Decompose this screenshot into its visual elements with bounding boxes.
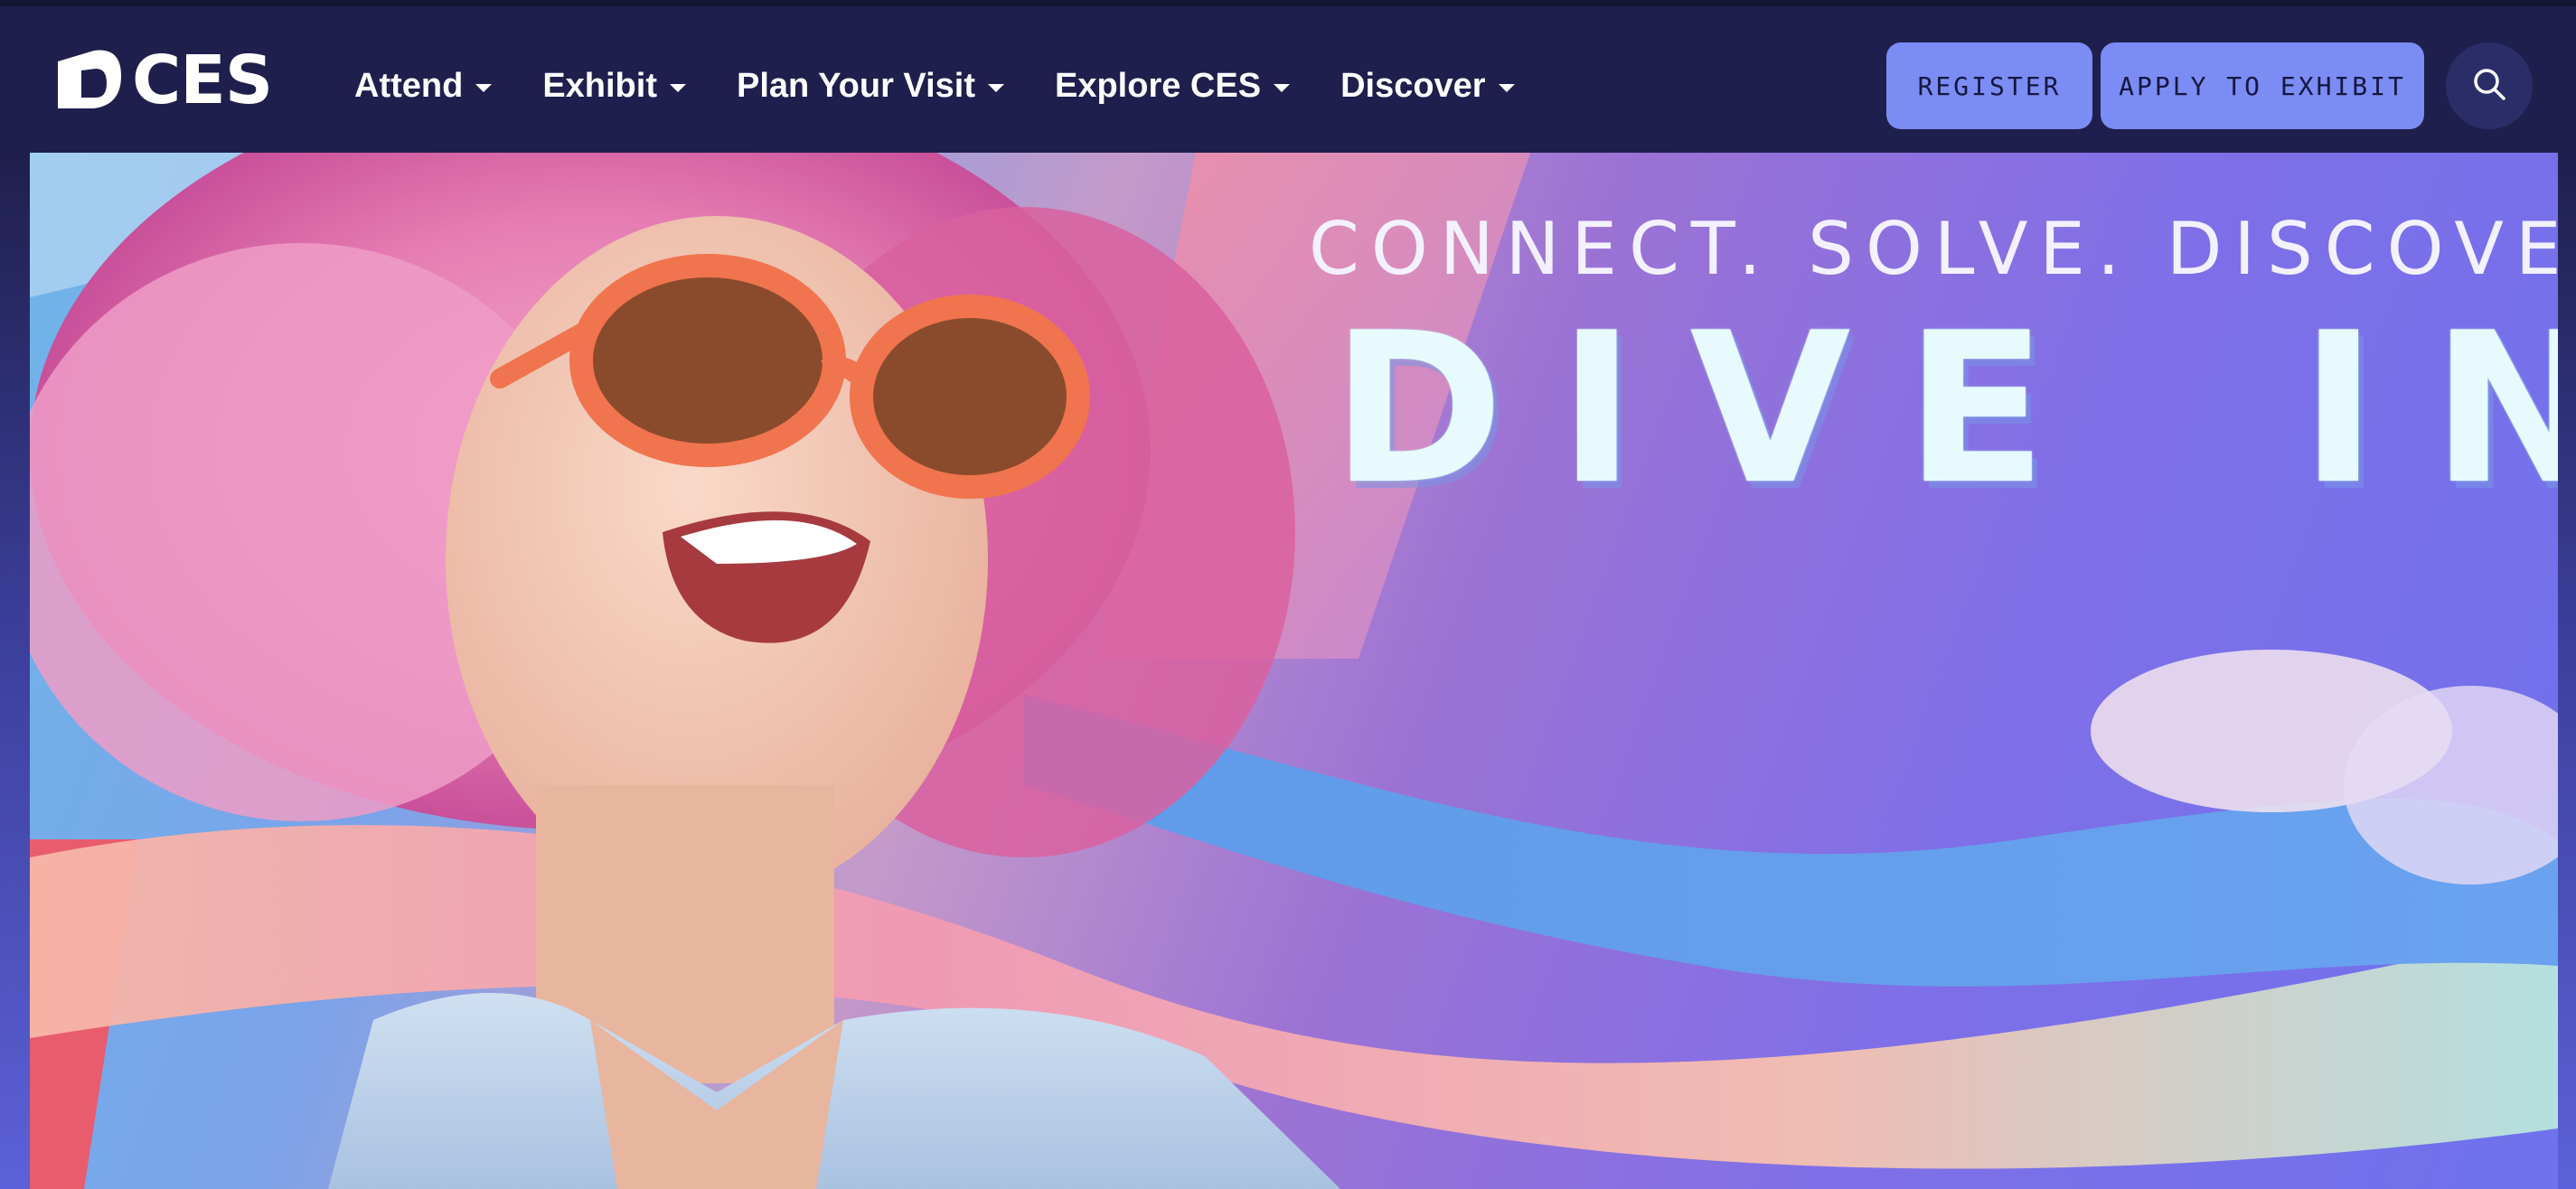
hero-headline: DIVEIN [1331, 306, 2558, 514]
nav-item-label: Discover [1340, 66, 1486, 105]
chevron-down-icon [1498, 83, 1515, 92]
main-nav: Attend Exhibit Plan Your Visit Explore C… [354, 51, 1565, 120]
ces-logo[interactable]: CES [51, 42, 273, 119]
nav-item-label: Exhibit [542, 66, 657, 105]
hero-headline-word: DIVE [1331, 289, 2101, 530]
nav-item-plan-your-visit[interactable]: Plan Your Visit [737, 67, 1004, 106]
nav-item-attend[interactable]: Attend [354, 66, 493, 106]
hero-banner[interactable]: CONNECT. SOLVE. DISCOVER. DIVEIN [30, 153, 2558, 1189]
page: CES Attend Exhibit Plan Your Visit Explo… [0, 0, 2576, 1189]
site-header: CES Attend Exhibit Plan Your Visit Explo… [0, 6, 2576, 153]
chevron-down-icon [987, 83, 1004, 92]
nav-item-label: Attend [354, 66, 464, 105]
nav-item-exhibit[interactable]: Exhibit [542, 67, 686, 106]
apply-to-exhibit-button[interactable]: APPLY TO EXHIBIT [2101, 42, 2424, 129]
ces-logo-text: CES [132, 42, 273, 119]
chevron-down-icon [475, 83, 493, 92]
ces-logo-icon [51, 49, 123, 112]
chevron-down-icon [670, 83, 686, 92]
register-button[interactable]: REGISTER [1886, 42, 2092, 129]
nav-item-explore-ces[interactable]: Explore CES [1054, 66, 1291, 106]
top-strip [0, 0, 2576, 6]
nav-item-discover[interactable]: Discover [1340, 67, 1515, 106]
nav-item-label: Plan Your Visit [737, 66, 975, 105]
search-button[interactable] [2446, 42, 2533, 129]
hero-headline-word: IN [2299, 289, 2558, 530]
nav-item-label: Explore CES [1054, 66, 1262, 105]
search-icon [2471, 66, 2507, 107]
hero-tagline: CONNECT. SOLVE. DISCOVER. [1309, 207, 2558, 291]
chevron-down-icon [1274, 83, 1291, 92]
